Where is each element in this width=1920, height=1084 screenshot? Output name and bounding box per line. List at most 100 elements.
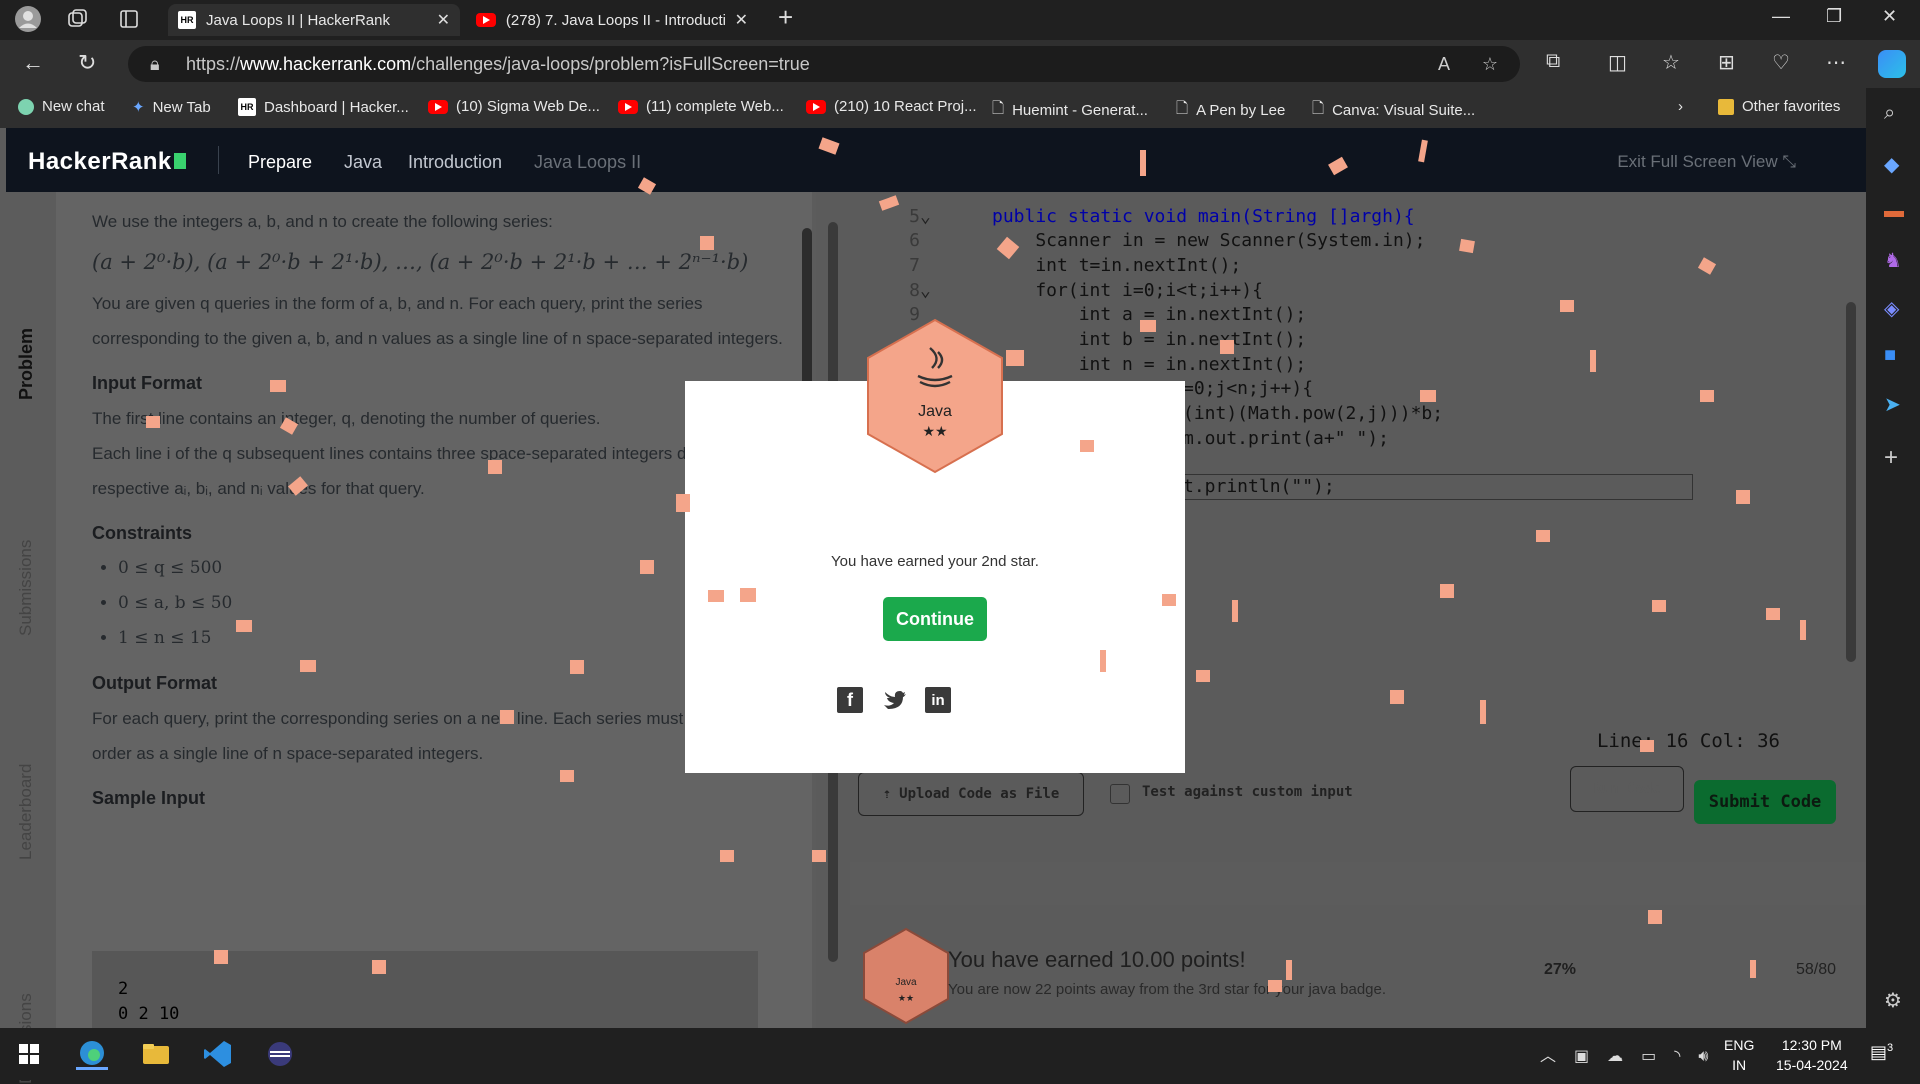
- submit-code-button[interactable]: Submit Code: [1694, 780, 1836, 824]
- tab-youtube-java-loops[interactable]: (278) 7. Java Loops II - Introducti ✕: [466, 4, 758, 36]
- url-field[interactable]: 🔒︎ https://www.hackerrank.com/challenges…: [128, 46, 1520, 82]
- edge-browser-icon[interactable]: [76, 1038, 108, 1070]
- code-line: int b = in.nextInt();: [992, 329, 1307, 350]
- page-icon: 🗋: [1312, 100, 1325, 117]
- windows-start-icon[interactable]: [14, 1038, 46, 1070]
- other-favorites[interactable]: Other favorites: [1718, 98, 1840, 115]
- custom-input-checkbox[interactable]: [1110, 784, 1130, 804]
- custom-input-label: Test against custom input: [1142, 784, 1353, 800]
- code-line: int n = in.nextInt();: [992, 354, 1307, 375]
- tab-actions-icon[interactable]: [118, 8, 140, 35]
- read-aloud-icon[interactable]: A: [1438, 46, 1450, 82]
- settings-gear-icon[interactable]: ⚙: [1884, 988, 1902, 1013]
- vscode-icon[interactable]: [202, 1038, 234, 1070]
- twitter-icon[interactable]: [881, 687, 907, 713]
- bookmark-new-tab[interactable]: ✦ New Tab: [132, 98, 211, 117]
- run-code-button[interactable]: Run Code: [1570, 766, 1684, 812]
- extensions-icon[interactable]: ⧉: [1546, 50, 1560, 73]
- bookmark-pen-by-lee[interactable]: 🗋 A Pen by Lee: [1176, 98, 1285, 123]
- breadcrumb-introduction[interactable]: Introduction: [408, 152, 502, 173]
- tag-icon[interactable]: ◆: [1884, 152, 1899, 177]
- bookmark-sigma-web[interactable]: (10) Sigma Web De...: [428, 98, 600, 115]
- line-number: 6: [909, 230, 920, 251]
- confetti-piece: [1736, 490, 1750, 504]
- bookmark-complete-web[interactable]: (11) complete Web...: [618, 98, 784, 115]
- workspaces-icon[interactable]: [66, 8, 88, 35]
- breadcrumb-java-loops-ii: Java Loops II: [534, 152, 642, 172]
- split-screen-icon[interactable]: ◫: [1608, 50, 1627, 75]
- tab-submissions[interactable]: Submissions: [16, 540, 36, 636]
- games-icon[interactable]: ♞: [1884, 248, 1902, 273]
- editor-scrollbar[interactable]: [1846, 212, 1856, 692]
- tab-problem[interactable]: Problem: [16, 328, 37, 400]
- send-icon[interactable]: ➤: [1884, 392, 1901, 417]
- confetti-piece: [300, 660, 316, 672]
- address-bar-row: ← ↻ 🔒︎ https://www.hackerrank.com/challe…: [0, 40, 1920, 88]
- bookmark-dashboard-hackerrank[interactable]: HR Dashboard | Hacker...: [238, 98, 409, 116]
- confetti-piece: [488, 460, 502, 474]
- bookmark-label: (11) complete Web...: [646, 98, 784, 115]
- collections-icon[interactable]: ⊞: [1718, 50, 1735, 75]
- eclipse-icon[interactable]: [264, 1038, 296, 1070]
- fold-chevron-icon[interactable]: ⌄: [920, 280, 931, 301]
- tab-title: (278) 7. Java Loops II - Introducti: [505, 11, 725, 29]
- upload-code-button[interactable]: ⇡ Upload Code as File: [858, 772, 1084, 816]
- performance-icon[interactable]: ♡: [1772, 50, 1790, 75]
- more-menu-icon[interactable]: ⋯: [1826, 50, 1846, 75]
- minimize-icon[interactable]: —: [1772, 6, 1790, 27]
- confetti-piece: [1006, 350, 1024, 366]
- lock-icon: 🔒︎: [150, 54, 160, 74]
- exit-fullscreen-link[interactable]: Exit Full Screen View ⤡: [1617, 152, 1796, 172]
- notifications-icon[interactable]: ▤3: [1870, 1042, 1893, 1063]
- add-sidebar-app-icon[interactable]: +: [1884, 444, 1898, 472]
- outlook-icon[interactable]: ■: [1884, 344, 1896, 367]
- bookmark-canva[interactable]: 🗋 Canva: Visual Suite...: [1312, 98, 1475, 123]
- breadcrumb-java[interactable]: Java: [344, 152, 382, 173]
- tab-java-loops-hackerrank[interactable]: HR Java Loops II | HackerRank ✕: [168, 4, 460, 36]
- bookmark-new-chat[interactable]: New chat: [18, 98, 105, 115]
- language-indicator[interactable]: ENG IN: [1724, 1035, 1754, 1075]
- sparkle-icon: ✦: [132, 99, 145, 116]
- close-tab-icon[interactable]: ✕: [735, 10, 748, 30]
- clock[interactable]: 12:30 PM 15-04-2024: [1776, 1035, 1848, 1075]
- new-tab-icon[interactable]: +: [778, 2, 793, 33]
- continue-button[interactable]: Continue: [883, 597, 987, 641]
- bookmarks-overflow-chevron-icon[interactable]: ›: [1678, 98, 1683, 115]
- file-explorer-icon[interactable]: [140, 1038, 172, 1070]
- facebook-icon[interactable]: f: [837, 687, 863, 713]
- close-window-icon[interactable]: ✕: [1882, 6, 1897, 27]
- toolbox-icon[interactable]: ▬: [1884, 200, 1904, 223]
- bookmark-react-projects[interactable]: (210) 10 React Proj...: [806, 98, 977, 115]
- cursor-position: Line: 16 Col: 36: [1596, 730, 1780, 752]
- favorites-icon[interactable]: ☆: [1662, 50, 1680, 75]
- bookmark-huemint[interactable]: 🗋 Huemint - Generat...: [992, 98, 1148, 123]
- close-tab-icon[interactable]: ✕: [437, 10, 450, 30]
- folder-icon: [1718, 98, 1734, 115]
- svg-text:Java: Java: [895, 977, 917, 988]
- line-number: 5: [909, 206, 920, 227]
- notification-count: 3: [1887, 1042, 1894, 1054]
- confetti-piece: [1162, 594, 1176, 606]
- profile-avatar-icon[interactable]: [14, 5, 42, 38]
- fold-chevron-icon[interactable]: ⌄: [920, 206, 931, 227]
- output-format-text: For each query, print the corresponding …: [92, 709, 782, 763]
- search-icon[interactable]: ⌕: [1884, 102, 1895, 125]
- tab-leaderboard[interactable]: Leaderboard: [16, 764, 36, 860]
- system-tray-icons[interactable]: ︿▣☁▭◝🔊︎: [1540, 1042, 1727, 1066]
- copilot-icon[interactable]: [1878, 50, 1906, 78]
- hackerrank-logo[interactable]: HackerRank: [28, 148, 186, 176]
- back-icon[interactable]: ←: [22, 50, 44, 76]
- confetti-piece: [740, 588, 756, 602]
- linkedin-icon[interactable]: in: [925, 687, 951, 713]
- confetti-piece: [570, 660, 584, 674]
- confetti-piece: [676, 494, 690, 512]
- svg-text:★★: ★★: [898, 993, 914, 1003]
- restore-icon[interactable]: ❐: [1826, 6, 1842, 27]
- refresh-icon[interactable]: ↻: [78, 50, 96, 76]
- input-format-line-1: The first line contains an integer, q, d…: [92, 409, 601, 428]
- breadcrumb-prepare[interactable]: Prepare: [248, 152, 312, 173]
- input-format-heading: Input Format: [92, 373, 202, 393]
- copilot-sidebar-icon[interactable]: ◈: [1884, 296, 1899, 321]
- sample-input-box: 2 0 2 10: [92, 951, 758, 1031]
- favorite-star-icon[interactable]: ☆: [1482, 46, 1498, 82]
